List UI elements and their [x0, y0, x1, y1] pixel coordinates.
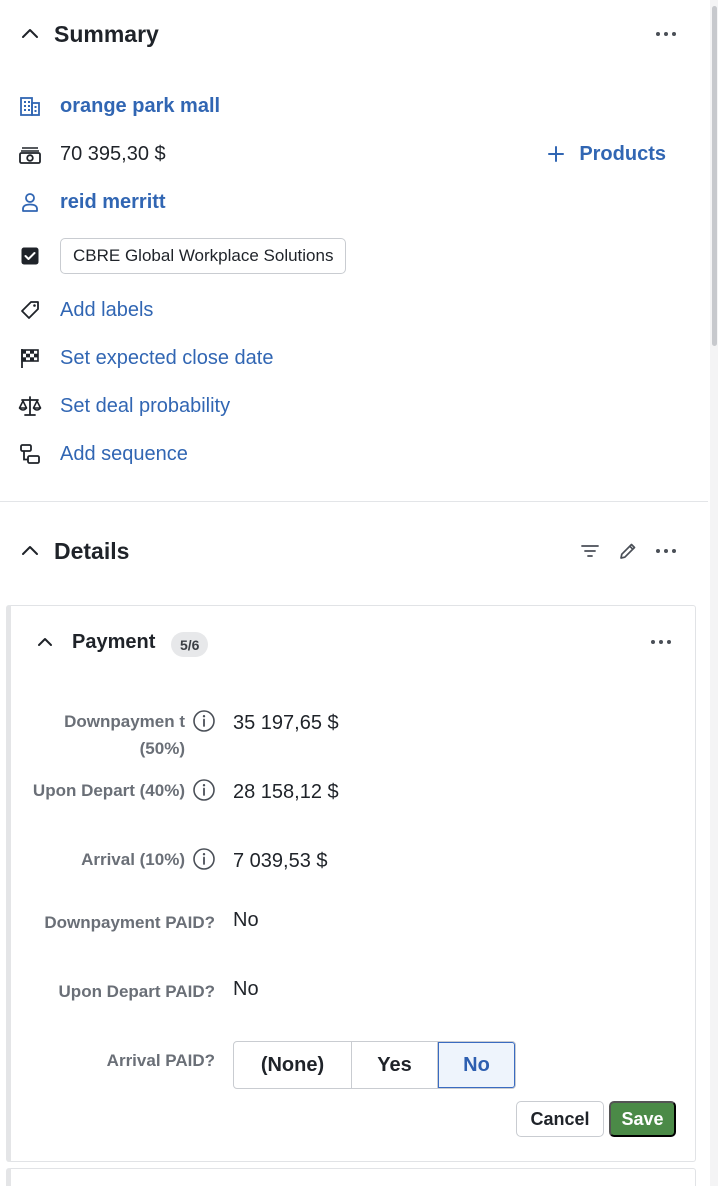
- tag-icon: [18, 298, 42, 322]
- arrival-paid-selector: (None) Yes No: [233, 1041, 516, 1089]
- summary-org-row: orange park mall: [0, 86, 700, 126]
- details-header: Details: [0, 521, 700, 581]
- info-icon[interactable]: [192, 709, 216, 733]
- person-icon: [18, 190, 42, 214]
- save-button[interactable]: Save: [609, 1101, 676, 1137]
- more-icon[interactable]: [654, 22, 678, 46]
- next-section-card: [6, 1168, 696, 1186]
- field-label-downpayment-paid: Downpayment PAID?: [44, 913, 215, 932]
- checkered-flag-icon: [18, 346, 42, 370]
- money-icon: [18, 142, 42, 166]
- option-no[interactable]: No: [438, 1042, 515, 1088]
- option-none[interactable]: (None): [234, 1042, 352, 1088]
- field-label-downpayment: Downpaymen t (50%): [64, 712, 185, 758]
- add-sequence-link[interactable]: Add sequence: [60, 443, 188, 466]
- scale-icon: [18, 394, 42, 418]
- chevron-up-icon[interactable]: [35, 632, 55, 652]
- chevron-up-icon[interactable]: [20, 24, 40, 44]
- more-icon[interactable]: [649, 630, 673, 654]
- info-icon[interactable]: [192, 847, 216, 871]
- set-close-date-link[interactable]: Set expected close date: [60, 347, 273, 370]
- checkbox-icon[interactable]: [18, 244, 42, 268]
- summary-title: Summary: [54, 20, 159, 47]
- organization-chip[interactable]: CBRE Global Workplace Solutions: [60, 238, 347, 274]
- option-yes[interactable]: Yes: [352, 1042, 438, 1088]
- building-icon: [18, 94, 42, 118]
- field-value-downpayment-paid[interactable]: No: [233, 909, 259, 932]
- close-date-row: Set expected close date: [0, 338, 700, 378]
- deal-value[interactable]: 70 395,30 $: [60, 143, 166, 166]
- field-count-badge: 5/6: [171, 632, 209, 657]
- chevron-up-icon[interactable]: [20, 541, 40, 561]
- field-label-arrival-paid: Arrival PAID?: [106, 1051, 215, 1070]
- section-divider: [0, 501, 708, 502]
- summary-person-row: reid merritt: [0, 182, 700, 222]
- scrollbar-thumb[interactable]: [712, 6, 717, 346]
- payment-title: Payment: [72, 631, 156, 653]
- filter-icon[interactable]: [578, 539, 602, 563]
- field-label-upon-depart-paid: Upon Depart PAID?: [58, 982, 215, 1001]
- field-value-upon-depart-paid[interactable]: No: [233, 978, 259, 1001]
- payment-card: Payment 5/6 Downpaymen t (50%) 35 197,65…: [6, 605, 696, 1162]
- probability-row: Set deal probability: [0, 386, 700, 426]
- summary-organization-chip-row: CBRE Global Workplace Solutions: [0, 236, 700, 276]
- more-icon[interactable]: [654, 539, 678, 563]
- field-value-upon-depart[interactable]: 28 158,12 $: [233, 781, 339, 804]
- field-value-downpayment[interactable]: 35 197,65 $: [233, 712, 339, 735]
- add-labels-link[interactable]: Add labels: [60, 299, 153, 322]
- products-label: Products: [579, 142, 666, 165]
- field-label-upon-depart: Upon Depart (40%): [32, 781, 185, 800]
- field-label-arrival: Arrival (10%): [81, 850, 185, 869]
- plus-icon: [548, 146, 565, 162]
- summary-header: Summary: [0, 4, 700, 64]
- field-value-arrival[interactable]: 7 039,53 $: [233, 850, 328, 873]
- summary-value-row: 70 395,30 $ Products: [0, 134, 700, 174]
- set-probability-link[interactable]: Set deal probability: [60, 395, 230, 418]
- add-products-button[interactable]: Products: [547, 143, 666, 166]
- info-icon[interactable]: [192, 778, 216, 802]
- organization-link[interactable]: orange park mall: [60, 95, 220, 118]
- cancel-button[interactable]: Cancel: [516, 1101, 604, 1137]
- pencil-icon[interactable]: [616, 539, 640, 563]
- details-title: Details: [54, 537, 130, 564]
- add-labels-row: Add labels: [0, 290, 700, 330]
- sequence-row: Add sequence: [0, 434, 700, 474]
- person-link[interactable]: reid merritt: [60, 191, 166, 214]
- sequence-icon: [18, 442, 42, 466]
- payment-header: Payment 5/6: [11, 620, 701, 664]
